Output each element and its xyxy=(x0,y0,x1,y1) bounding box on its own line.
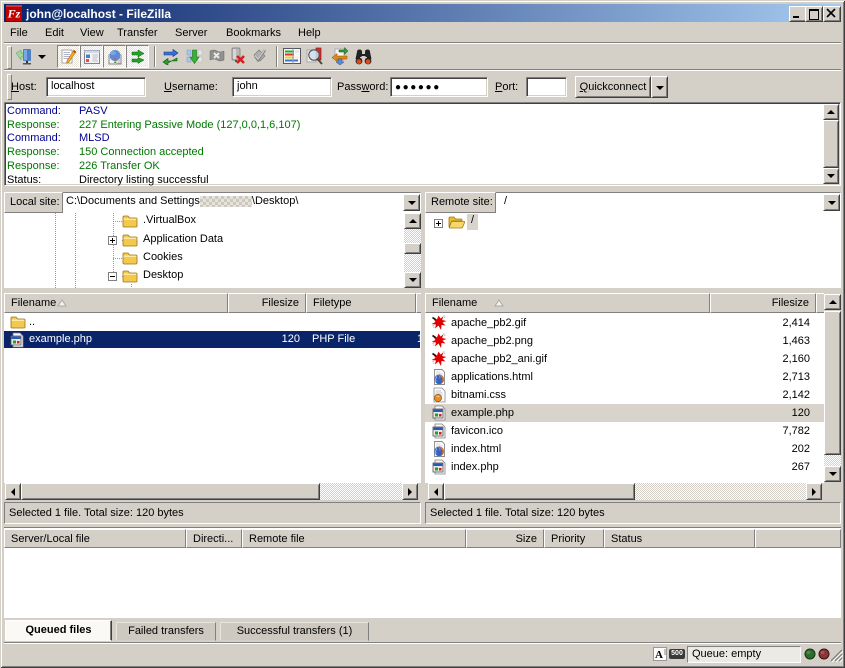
svg-text:A: A xyxy=(655,649,663,661)
svg-text:Fz: Fz xyxy=(7,7,21,21)
